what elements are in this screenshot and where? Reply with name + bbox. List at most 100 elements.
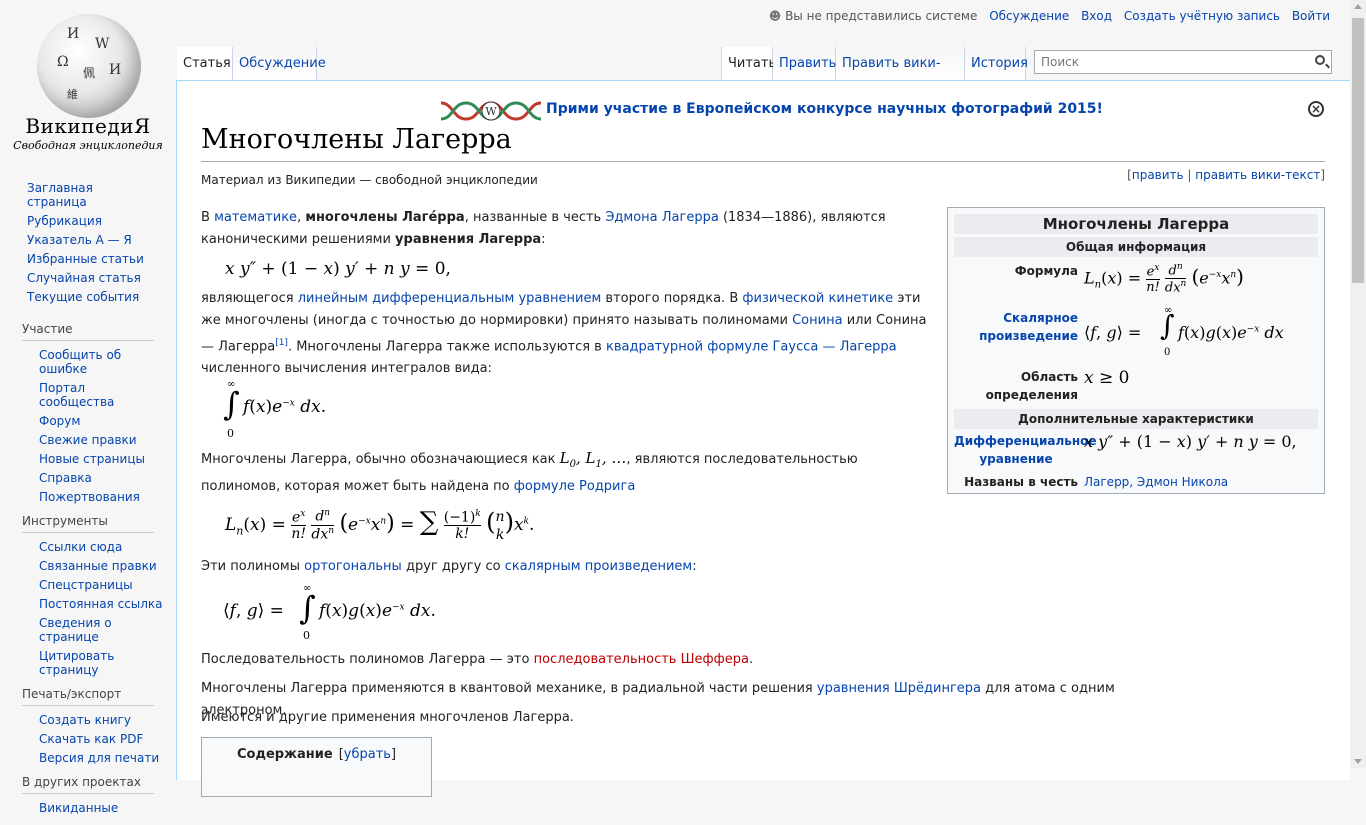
- infobox-key-inner-product[interactable]: Скалярное произведение: [954, 307, 1084, 365]
- link-sequence[interactable]: последовательность: [534, 652, 677, 667]
- tab-history[interactable]: История: [965, 47, 1028, 80]
- sidebar-item-what-links-here[interactable]: Ссылки сюда: [39, 537, 164, 556]
- sidebar-print: Печать/экспорт Создать книгу Скачать как…: [0, 687, 176, 767]
- infobox: Многочлены Лагерра Общая информация Форм…: [947, 207, 1325, 494]
- sidebar-item-printable[interactable]: Версия для печати: [39, 748, 164, 767]
- scrollbar-thumb[interactable]: [1352, 18, 1364, 283]
- link-gauss-laguerre[interactable]: квадратурной формуле Гаусса — Лагерра: [606, 339, 897, 354]
- table-of-contents: Содержание [убрать]: [201, 737, 432, 797]
- search-icon[interactable]: [1315, 55, 1325, 65]
- infobox-key-named: Названы в честь: [964, 475, 1078, 489]
- sidebar-item-create-book[interactable]: Создать книгу: [39, 710, 164, 729]
- personal-tools: ☻ Вы не представились системе Обсуждение…: [761, 9, 1330, 23]
- sidebar-tools: Инструменты Ссылки сюда Связанные правки…: [0, 514, 176, 679]
- link-edmond-laguerre[interactable]: Эдмона Лагерра: [605, 210, 718, 225]
- sidebar: Заглавная страница Рубрикация Указатель …: [0, 178, 176, 825]
- user-icon: ☻: [768, 9, 782, 23]
- vertical-scrollbar[interactable]: [1350, 0, 1366, 768]
- sidebar-other-projects: В других проектах Викиданные: [0, 775, 176, 817]
- page-title: Многочлены Лагерра: [201, 124, 512, 155]
- link-create-account[interactable]: Создать учётную запись: [1124, 9, 1280, 23]
- scroll-up-arrow-icon[interactable]: [1354, 4, 1362, 9]
- infobox-value-named[interactable]: Лагерр, Эдмон Никола: [1084, 473, 1318, 491]
- sidebar-item-report-error[interactable]: Сообщить об ошибке: [39, 345, 164, 378]
- link-sonin[interactable]: Сонина: [792, 313, 842, 328]
- sidebar-item-recent-changes[interactable]: Свежие правки: [39, 430, 164, 449]
- paragraph-sheffer: Последовательность полиномов Лагерра — э…: [201, 652, 754, 667]
- infobox-value-diffeq: x y″ + (1 − x) y′ + n y = 0,: [1084, 432, 1297, 451]
- link-orthogonal[interactable]: ортогональны: [304, 559, 402, 574]
- tab-article[interactable]: Статья: [177, 47, 233, 80]
- sidebar-item-page-info[interactable]: Сведения о странице: [39, 613, 164, 646]
- infobox-value-inner-product: ⟨f, g⟩ = ∞ ∫ 0 f(x)g(x)e−x dx: [1084, 305, 1284, 358]
- link-login[interactable]: Вход: [1081, 9, 1112, 23]
- link-enter[interactable]: Войти: [1292, 9, 1330, 23]
- toc-title: Содержание: [236, 747, 333, 762]
- link-physical-kinetics[interactable]: физической кинетике: [742, 291, 893, 306]
- sidebar-item-current-events[interactable]: Текущие события: [27, 287, 152, 306]
- sidebar-heading-other-projects: В других проектах: [22, 775, 154, 794]
- sidebar-item-random[interactable]: Случайная статья: [27, 268, 152, 287]
- toc-toggle[interactable]: [убрать]: [339, 747, 396, 762]
- sidebar-item-donate[interactable]: Пожертвования: [39, 487, 164, 506]
- search-box[interactable]: [1034, 50, 1332, 74]
- sidebar-participation: Участие Сообщить об ошибке Портал сообще…: [0, 322, 176, 506]
- infobox-key-formula: Формула: [1014, 264, 1078, 278]
- sidebar-item-main-page[interactable]: Заглавная страница: [27, 178, 152, 211]
- tab-edit-source[interactable]: Править вики-текст: [836, 47, 965, 105]
- sidebar-item-categories[interactable]: Рубрикация: [27, 211, 152, 230]
- paragraph-intro: В математике, многочлены Лаге́рра, назва…: [201, 210, 886, 247]
- sidebar-item-wikidata[interactable]: Викиданные: [39, 798, 164, 817]
- close-icon[interactable]: ×: [1308, 101, 1324, 117]
- tab-read[interactable]: Читать: [721, 47, 776, 80]
- sidebar-item-new-pages[interactable]: Новые страницы: [39, 449, 164, 468]
- infobox-extra-heading: Дополнительные характеристики: [954, 409, 1318, 429]
- sidebar-item-index[interactable]: Указатель А — Я: [27, 230, 152, 249]
- paragraph-other-applications: Имеются и другие применения многочленов …: [201, 710, 574, 725]
- link-schrodinger-equation[interactable]: уравнения Шрёдингера: [817, 681, 981, 696]
- link-talk[interactable]: Обсуждение: [989, 9, 1069, 23]
- infobox-row-domain: Область определения x ≥ 0: [954, 368, 1318, 406]
- paragraph-kinetics: являющегося линейным дифференциальным ур…: [201, 291, 927, 377]
- scroll-down-arrow-icon[interactable]: [1354, 759, 1362, 764]
- sidebar-item-forum[interactable]: Форум: [39, 411, 164, 430]
- infobox-row-formula: Формула Ln(x) = ex n! dn dxn (e−xxn): [954, 260, 1318, 304]
- sidebar-item-cite[interactable]: Цитировать страницу: [39, 646, 164, 679]
- sidebar-item-download-pdf[interactable]: Скачать как PDF: [39, 729, 164, 748]
- infobox-general-heading: Общая информация: [954, 237, 1318, 257]
- infobox-key-domain: Область определения: [985, 370, 1078, 402]
- infobox-value-formula: Ln(x) = ex n! dn dxn (e−xxn): [1084, 262, 1244, 296]
- tab-talk[interactable]: Обсуждение: [233, 47, 326, 80]
- edit-link[interactable]: править: [1132, 168, 1184, 182]
- site-notice-banner[interactable]: W Прими участие в Европейском конкурсе н…: [441, 98, 1141, 124]
- sidebar-item-help[interactable]: Справка: [39, 468, 164, 487]
- link-sheffer[interactable]: Шеффера: [681, 652, 749, 667]
- banner-text[interactable]: Прими участие в Европейском конкурсе нау…: [546, 101, 1103, 117]
- search-input[interactable]: [1039, 54, 1303, 70]
- svg-text:W: W: [485, 105, 497, 118]
- sidebar-navigation: Заглавная страница Рубрикация Указатель …: [0, 178, 176, 306]
- infobox-value-domain: x ≥ 0: [1084, 368, 1130, 388]
- wikipedia-logo[interactable]: И W Ω 佩 И 維 ВикипедиЯ Свободная энциклоп…: [0, 0, 176, 160]
- sidebar-item-community-portal[interactable]: Портал сообщества: [39, 378, 164, 411]
- sidebar-item-featured[interactable]: Избранные статьи: [27, 249, 152, 268]
- edit-source-link[interactable]: править вики-текст: [1195, 168, 1320, 182]
- link-inner-product[interactable]: скалярным произведением: [505, 559, 693, 574]
- sidebar-heading-print: Печать/экспорт: [22, 687, 154, 706]
- infobox-row-inner-product: Скалярное произведение ⟨f, g⟩ = ∞ ∫ 0 f(…: [954, 305, 1318, 365]
- sidebar-item-permanent-link[interactable]: Постоянная ссылка: [39, 594, 164, 613]
- paragraph-rodrigues: Многочлены Лагерра, обычно обозначающиес…: [201, 449, 858, 494]
- infobox-title: Многочлены Лагерра: [954, 214, 1318, 234]
- sidebar-item-related-changes[interactable]: Связанные правки: [39, 556, 164, 575]
- link-rodrigues-formula[interactable]: формуле Родрига: [514, 479, 636, 494]
- infobox-row-named: Названы в честь Лагерр, Эдмон Никола: [954, 473, 1318, 491]
- reference-1[interactable]: [1]: [275, 338, 288, 348]
- content-area: W Прими участие в Европейском конкурсе н…: [176, 80, 1350, 797]
- link-mathematics[interactable]: математике: [214, 210, 297, 225]
- infobox-row-diffeq: Дифференциальное уравнение x y″ + (1 − x…: [954, 432, 1318, 470]
- infobox-key-diffeq[interactable]: Дифференциальное уравнение: [954, 432, 1097, 470]
- sidebar-item-special-pages[interactable]: Спецстраницы: [39, 575, 164, 594]
- link-linear-ode[interactable]: линейным дифференциальным уравнением: [298, 291, 602, 306]
- formula-rodrigues: Ln(x) = ex n! dn dxn (e−xxn) = ∑ (−1)k k! (…: [225, 507, 535, 543]
- tab-edit[interactable]: Править: [773, 47, 836, 80]
